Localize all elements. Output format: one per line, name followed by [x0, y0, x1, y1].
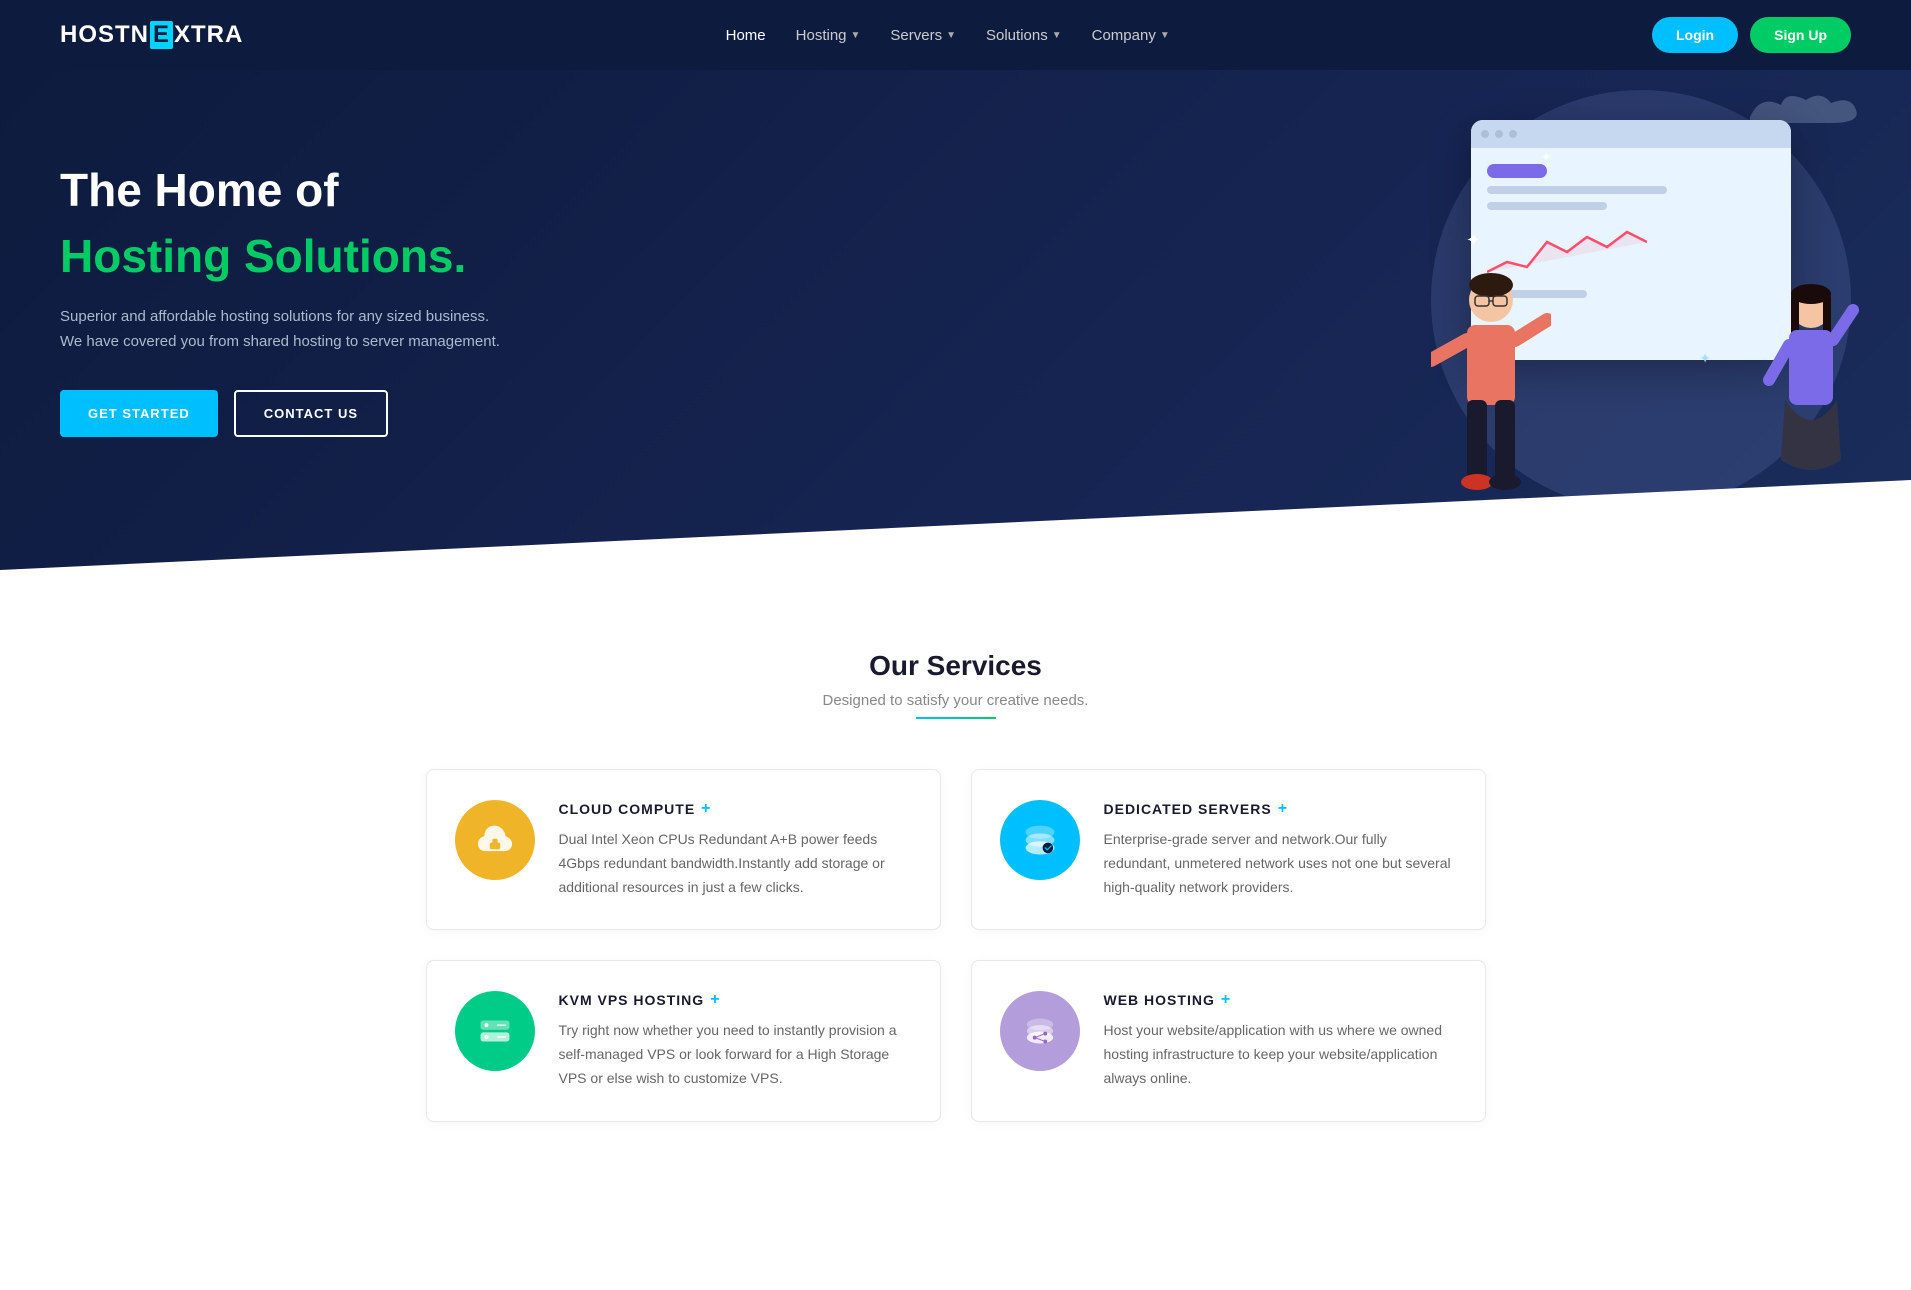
logo-text-2: XTRA: [174, 21, 243, 49]
service-card-web-hosting: WEB HOSTING + Host your website/applicat…: [971, 960, 1486, 1121]
person-left-illustration: [1431, 270, 1551, 530]
browser-dot-3: [1509, 130, 1517, 138]
hero-title-line1: The Home of: [60, 163, 500, 218]
sparkle-2: ✦: [1699, 350, 1711, 367]
dedicated-servers-plus: +: [1278, 800, 1288, 818]
contact-us-button[interactable]: CONTACT US: [234, 390, 388, 437]
dedicated-servers-info: DEDICATED SERVERS + Enterprise-grade ser…: [1104, 800, 1457, 899]
dedicated-servers-title: DEDICATED SERVERS +: [1104, 800, 1457, 818]
cloud-compute-icon: [474, 819, 516, 861]
cloud-compute-desc: Dual Intel Xeon CPUs Redundant A+B power…: [559, 828, 912, 899]
nav-hosting[interactable]: Hosting ▼: [796, 27, 861, 44]
web-hosting-desc: Host your website/application with us wh…: [1104, 1019, 1457, 1090]
logo[interactable]: HOSTNEXTRA: [60, 21, 243, 49]
services-grid: CLOUD COMPUTE + Dual Intel Xeon CPUs Red…: [426, 769, 1486, 1122]
nav-links: Home Hosting ▼ Servers ▼ Solutions ▼ Com…: [726, 27, 1170, 44]
get-started-button[interactable]: GET STARTED: [60, 390, 218, 437]
company-dropdown-arrow: ▼: [1160, 30, 1170, 41]
hero-buttons: GET STARTED CONTACT US: [60, 390, 500, 437]
kvm-vps-plus: +: [710, 991, 720, 1009]
sparkle-1: ✦: [1466, 230, 1481, 251]
hosting-dropdown-arrow: ▼: [851, 30, 861, 41]
nav-home[interactable]: Home: [726, 27, 766, 44]
nav-buttons: Login Sign Up: [1652, 17, 1851, 53]
hero-section: The Home of Hosting Solutions. Superior …: [0, 70, 1911, 570]
navbar: HOSTNEXTRA Home Hosting ▼ Servers ▼ Solu…: [0, 0, 1911, 70]
kvm-vps-title: KVM VPS HOSTING +: [559, 991, 912, 1009]
cloud-compute-title: CLOUD COMPUTE +: [559, 800, 912, 818]
hero-title-line2: Hosting Solutions.: [60, 229, 500, 284]
web-hosting-title: WEB HOSTING +: [1104, 991, 1457, 1009]
logo-box: E: [150, 21, 173, 49]
services-title: Our Services: [60, 650, 1851, 682]
browser-line-1: [1487, 186, 1667, 194]
services-section: Our Services Designed to satisfy your cr…: [0, 570, 1911, 1182]
nav-solutions[interactable]: Solutions ▼: [986, 27, 1062, 44]
hero-content: The Home of Hosting Solutions. Superior …: [0, 83, 560, 476]
browser-line-2: [1487, 202, 1607, 210]
browser-dot-2: [1495, 130, 1503, 138]
cloud-compute-info: CLOUD COMPUTE + Dual Intel Xeon CPUs Red…: [559, 800, 912, 899]
cloud-compute-plus: +: [701, 800, 711, 818]
dedicated-servers-icon-wrap: [1000, 800, 1080, 880]
kvm-vps-desc: Try right now whether you need to instan…: [559, 1019, 912, 1090]
web-hosting-info: WEB HOSTING + Host your website/applicat…: [1104, 991, 1457, 1090]
kvm-vps-icon: [474, 1010, 516, 1052]
hero-description: Superior and affordable hosting solution…: [60, 304, 500, 355]
browser-bar: [1471, 120, 1791, 148]
web-hosting-icon-wrap: [1000, 991, 1080, 1071]
dedicated-servers-icon: [1019, 819, 1061, 861]
nav-servers[interactable]: Servers ▼: [890, 27, 956, 44]
web-hosting-plus: +: [1221, 991, 1231, 1009]
servers-dropdown-arrow: ▼: [946, 30, 956, 41]
cloud-compute-icon-wrap: [455, 800, 535, 880]
service-card-cloud-compute: CLOUD COMPUTE + Dual Intel Xeon CPUs Red…: [426, 769, 941, 930]
web-hosting-icon: [1019, 1010, 1061, 1052]
services-subtitle: Designed to satisfy your creative needs.: [60, 692, 1851, 709]
solutions-dropdown-arrow: ▼: [1052, 30, 1062, 41]
nav-company[interactable]: Company ▼: [1092, 27, 1170, 44]
logo-text-1: HOSTN: [60, 21, 149, 49]
sparkle-3: ✦: [1541, 150, 1551, 164]
login-button[interactable]: Login: [1652, 17, 1738, 53]
service-card-dedicated-servers: DEDICATED SERVERS + Enterprise-grade ser…: [971, 769, 1486, 930]
signup-button[interactable]: Sign Up: [1750, 17, 1851, 53]
dedicated-servers-desc: Enterprise-grade server and network.Our …: [1104, 828, 1457, 899]
kvm-vps-icon-wrap: [455, 991, 535, 1071]
kvm-vps-info: KVM VPS HOSTING + Try right now whether …: [559, 991, 912, 1090]
section-divider: [916, 717, 996, 719]
hero-illustration: ✦ ✦ ✦: [1231, 70, 1911, 570]
person-right-illustration: [1761, 280, 1861, 530]
browser-dot-1: [1481, 130, 1489, 138]
browser-btn-mock: [1487, 164, 1547, 178]
service-card-kvm-vps: KVM VPS HOSTING + Try right now whether …: [426, 960, 941, 1121]
